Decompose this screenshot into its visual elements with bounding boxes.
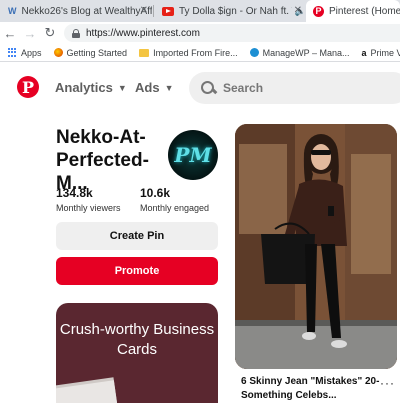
avatar-monogram: PM [174,143,212,167]
close-tab-icon[interactable]: ✕ [294,5,302,16]
browser-tab-youtube[interactable]: Ty Dolla $ign - Or Nah ft. The 🔈 ✕ [154,0,306,22]
bookmark-label: Imported From Fire... [153,47,238,58]
lock-icon[interactable] [72,28,80,38]
pin-photo [235,124,397,369]
bookmark-label: Apps [21,47,42,58]
create-pin-button[interactable]: Create Pin [56,222,218,250]
bookmark-label: Prime Video [370,47,400,58]
browser-tab-wealthy-affiliate[interactable]: W Nekko26's Blog at WealthyAffiliat ✕ [0,0,152,22]
firefox-icon [53,48,63,57]
pinterest-header: P Analytics ▼ Ads ▼ [0,62,400,114]
pin-image[interactable] [235,124,397,369]
profile-name[interactable]: Nekko-At-Perfected-M... [56,126,176,195]
bookmark-label: Getting Started [66,47,128,58]
tab-title: Ty Dolla $ign - Or Nah ft. The [179,5,292,17]
bookmark-getting-started[interactable]: Getting Started [53,47,128,58]
analytics-menu[interactable]: Analytics ▼ [55,80,127,95]
reload-button[interactable]: ↻ [40,25,60,41]
wealthy-affiliate-icon: W [8,6,17,16]
browser-tab-strip: W Nekko26's Blog at WealthyAffiliat ✕ Ty… [0,0,400,22]
ads-label: Ads [135,80,160,95]
browser-tab-pinterest[interactable]: P Pinterest (Home) (6) [306,0,400,22]
folder-icon [139,48,150,57]
search-icon [201,81,215,95]
business-cards-promo[interactable]: Crush-worthy Business Cards [56,303,218,403]
more-options-icon[interactable]: ··· [380,376,395,390]
bookmarks-bar: Apps Getting Started Imported From Fire.… [0,44,400,62]
address-bar[interactable]: https://www.pinterest.com [64,24,400,42]
search-bar[interactable] [189,72,400,104]
analytics-label: Analytics [55,80,113,95]
close-tab-icon[interactable]: ✕ [140,5,148,16]
search-input[interactable] [223,81,373,95]
stat-value: 10.6k [140,186,171,200]
managewp-icon [249,48,259,57]
bookmark-label: ManageWP – Mana... [262,47,350,58]
stat-label: Monthly viewers [56,203,121,213]
chevron-down-icon: ▼ [164,82,174,93]
tab-title: Nekko26's Blog at WealthyAffiliat [21,5,153,17]
forward-button[interactable]: → [20,26,40,41]
tab-title: Pinterest (Home) (6) [329,5,400,17]
bookmark-prime-video[interactable]: a Prime Video [361,48,400,58]
bookmark-apps[interactable]: Apps [8,48,42,58]
stat-value: 134.8k [56,186,93,200]
pin-title[interactable]: 6 Skinny Jean "Mistakes" 20-Something Ce… [241,375,391,403]
stat-monthly-engaged: 10.6k Monthly engaged [140,186,209,213]
apps-icon [8,48,17,57]
pinterest-logo-icon[interactable]: P [17,76,39,98]
promo-text: Crush-worthy Business Cards [59,321,215,358]
browser-toolbar: ← → ↻ https://www.pinterest.com [0,22,400,44]
back-button[interactable]: ← [0,26,20,41]
amazon-icon: a [361,47,367,58]
avatar[interactable]: PM [168,130,218,180]
youtube-icon [162,6,174,16]
pinterest-icon: P [313,5,324,17]
ads-menu[interactable]: Ads ▼ [135,80,173,95]
stat-label: Monthly engaged [140,203,210,213]
bookmark-managewp[interactable]: ManageWP – Mana... [249,47,350,58]
promote-button[interactable]: Promote [56,257,218,285]
chevron-down-icon: ▼ [117,82,127,93]
stat-monthly-viewers: 134.8k Monthly viewers [56,186,121,213]
bookmark-imported-folder[interactable]: Imported From Fire... [139,48,238,58]
url-text[interactable]: https://www.pinterest.com [86,28,200,39]
